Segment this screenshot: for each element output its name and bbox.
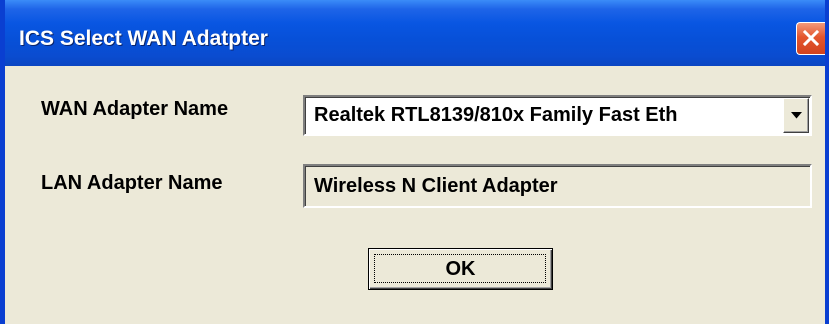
ok-button-label: OK	[445, 258, 476, 280]
lan-adapter-label: LAN Adapter Name	[41, 172, 223, 194]
title-bar[interactable]: ICS Select WAN Adatpter	[5, 0, 825, 66]
close-icon	[802, 29, 820, 47]
lan-adapter-value: Wireless N Client Adapter	[314, 175, 558, 197]
chevron-down-icon	[791, 112, 802, 119]
dropdown-button[interactable]	[783, 98, 809, 133]
ok-button[interactable]: OK	[368, 248, 553, 290]
window-title: ICS Select WAN Adatpter	[19, 27, 268, 50]
wan-adapter-selected-value: Realtek RTL8139/810x Family Fast Eth	[314, 104, 678, 126]
wan-adapter-label: WAN Adapter Name	[41, 98, 229, 120]
dialog-window: ICS Select WAN Adatpter WAN Adapter Name…	[0, 0, 829, 324]
lan-adapter-field: Wireless N Client Adapter	[303, 164, 812, 208]
wan-adapter-select[interactable]: Realtek RTL8139/810x Family Fast Eth	[303, 95, 812, 136]
close-button[interactable]	[796, 22, 825, 55]
